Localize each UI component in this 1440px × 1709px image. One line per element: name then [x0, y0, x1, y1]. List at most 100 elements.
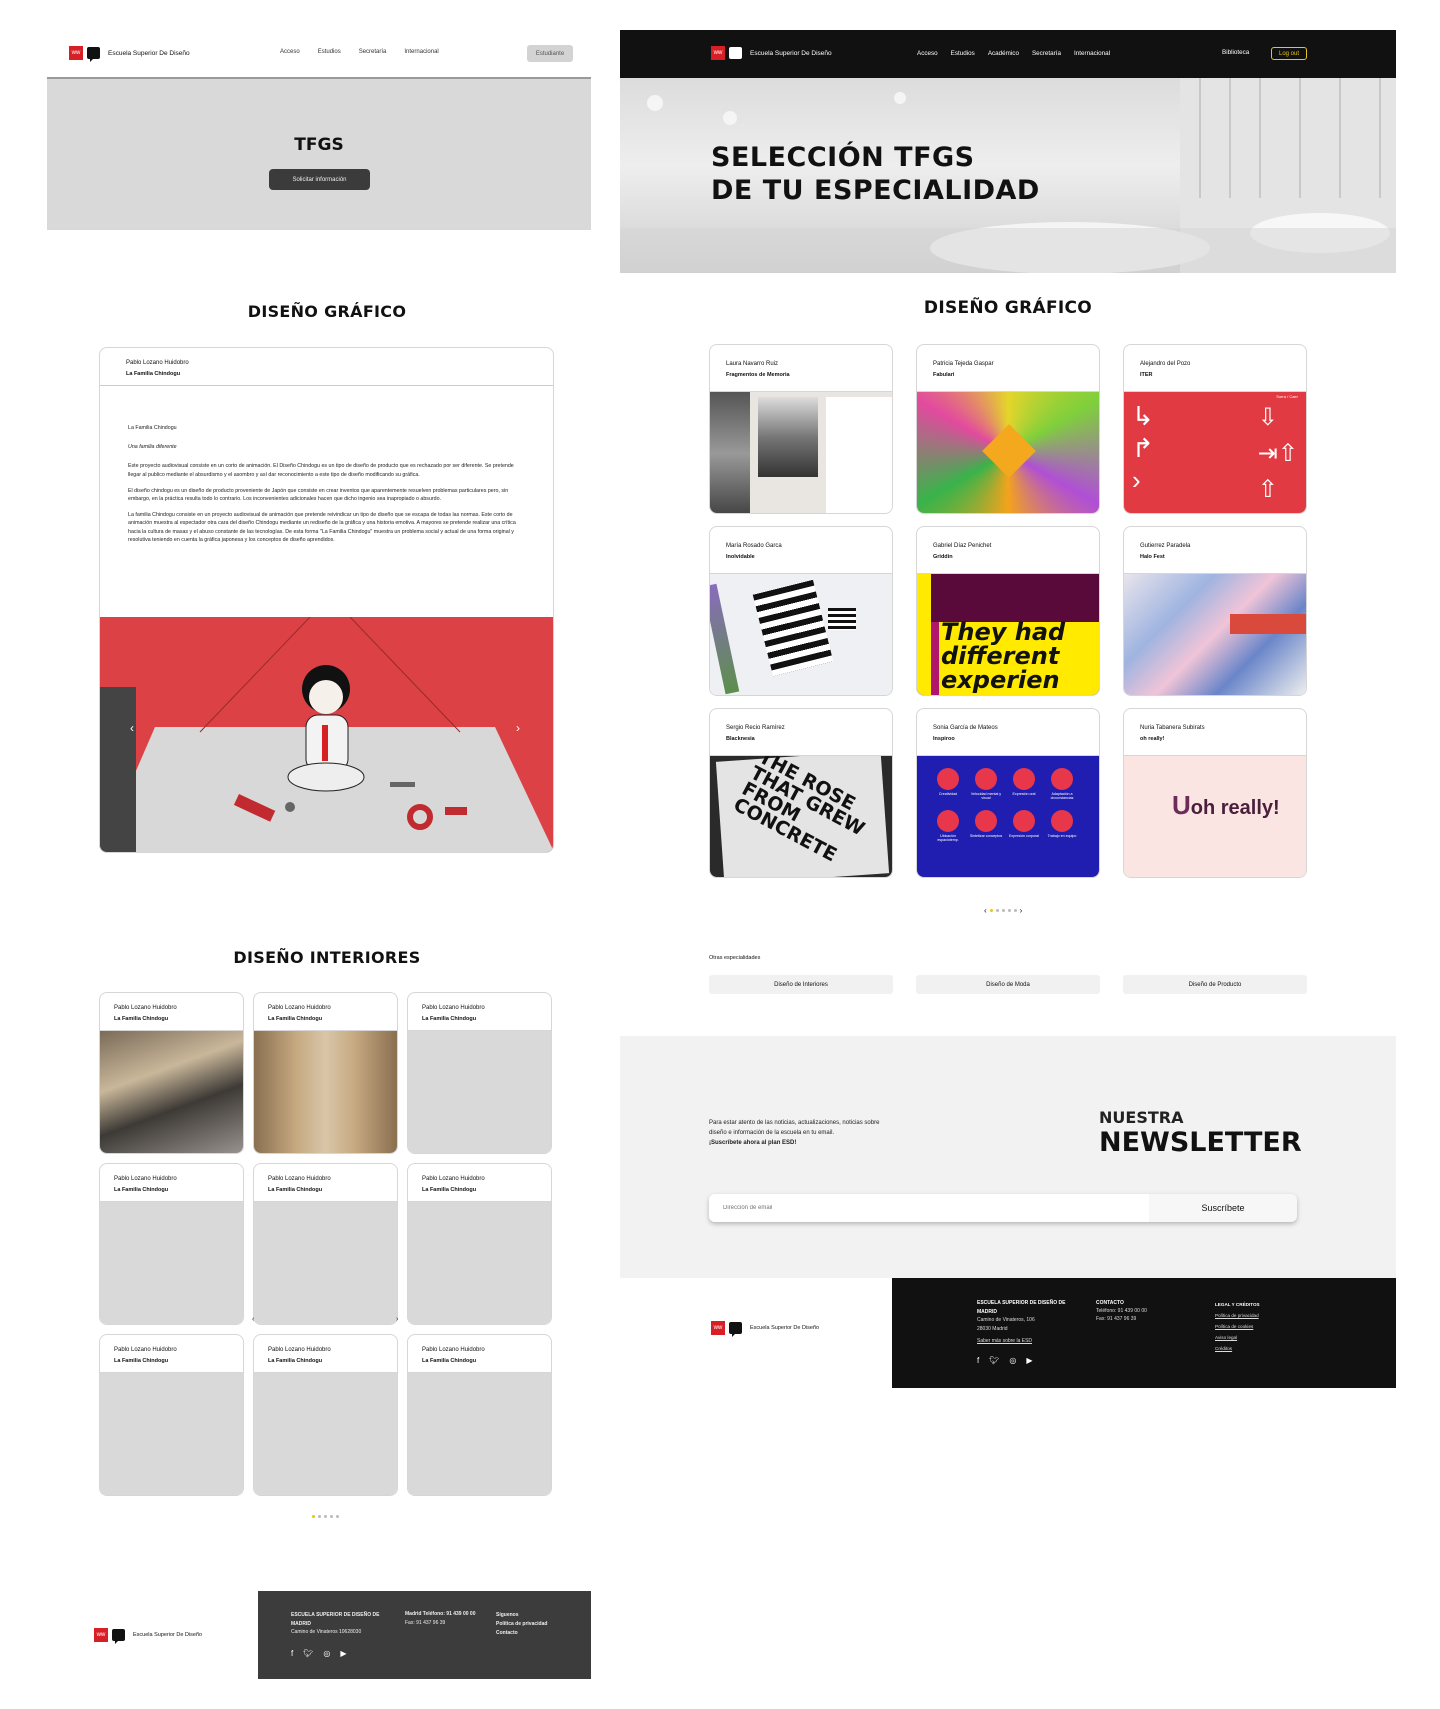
logo-mark-icon: ww	[69, 46, 83, 60]
iter-mini-label: Sorra / Caer	[1276, 394, 1298, 399]
footer-link-siguenos[interactable]: Síguenos	[496, 1611, 547, 1620]
nav-estudios[interactable]: Estudios	[318, 49, 341, 55]
section-title: DISEÑO GRÁFICO	[923, 298, 1093, 318]
footer-logo[interactable]: ww Escuela Superior De Diseño	[711, 1321, 819, 1337]
card-project: La Familia Chindogu	[268, 1016, 323, 1022]
pagination-dots[interactable]	[312, 1515, 339, 1518]
email-input[interactable]	[709, 1194, 1149, 1222]
project-thumbnail: Uoh really!	[1124, 756, 1306, 877]
logo-bubble-icon	[87, 47, 100, 62]
footer-school: ESCUELA SUPERIOR DE DISEÑO DE MADRID	[977, 1300, 1066, 1315]
nav-acceso[interactable]: Acceso	[917, 50, 938, 57]
nav-internacional[interactable]: Internacional	[1074, 50, 1110, 57]
specialty-moda[interactable]: Diseño de Moda	[916, 975, 1100, 994]
project-card[interactable]: Pablo Lozano Huidobro La Familia Chindogu	[407, 1334, 552, 1496]
footer-link-legal[interactable]: Aviso legal	[1215, 1332, 1260, 1343]
card-author: Gutierrez Paradela	[1140, 543, 1191, 549]
instagram-icon[interactable]: ◎	[323, 1649, 330, 1658]
card-project: Inolvidable	[726, 554, 755, 560]
ohreally-logo: Uoh really!	[1172, 790, 1280, 820]
grid-prev-icon[interactable]: ‹	[252, 1316, 254, 1323]
mockup-right: ww Escuela Superior De Diseño Acceso Est…	[620, 30, 1396, 1390]
logo-bubble-icon	[112, 1629, 125, 1644]
project-card[interactable]: María Rosado Garca Inolvidable	[709, 526, 893, 696]
pagination-prev-icon[interactable]: ‹	[984, 906, 987, 915]
project-card[interactable]: Nuria Tabanera Subirats oh really! Uoh re…	[1123, 708, 1307, 878]
project-card[interactable]: Sergio Recio Ramírez Blacknesia THE ROSE …	[709, 708, 893, 878]
project-card[interactable]: Pablo Lozano Huidobro La Familia Chindogu	[253, 1334, 398, 1496]
brand-name: Escuela Superior De Diseño	[750, 49, 832, 57]
nav-secretaria[interactable]: Secretaría	[1032, 50, 1061, 57]
specialty-interiores[interactable]: Diseño de Interiores	[709, 975, 893, 994]
facebook-icon[interactable]: f	[291, 1649, 293, 1658]
card-project: oh really!	[1140, 736, 1165, 742]
project-card[interactable]: Pablo Lozano Huidobro La Familia Chindogu	[407, 1163, 552, 1325]
twitter-icon[interactable]: 🐦︎	[989, 1356, 999, 1365]
project-thumbnail	[254, 1373, 397, 1495]
logout-button[interactable]: Log out	[1271, 47, 1307, 60]
logo[interactable]: ww Escuela Superior De Diseño	[711, 46, 832, 62]
footer-link-contact[interactable]: Contacto	[496, 1629, 547, 1638]
card-author: Pablo Lozano Huidobro	[268, 1005, 331, 1011]
project-card[interactable]: Pablo Lozano Huidobro La Familia Chindogu	[99, 992, 244, 1154]
request-info-button[interactable]: Solicitar información	[269, 169, 370, 190]
nav-secretaria[interactable]: Secretaría	[359, 49, 387, 55]
youtube-icon[interactable]: ▶	[340, 1649, 346, 1658]
project-card[interactable]: Gabriel Díaz Penichet Griddin They had dif…	[916, 526, 1100, 696]
footer-address: Camino de Vinateros 10628030	[291, 1629, 362, 1635]
project-detail-card: Pablo Lozano Huidobro La Familia Chindog…	[99, 347, 554, 853]
footer-link-privacy[interactable]: Política de privacidad	[1215, 1310, 1260, 1321]
arrow-icons-right: ⇩ ⇥⇧ ⇧	[1257, 404, 1298, 503]
pagination[interactable]: ‹ ›	[984, 906, 1022, 915]
subscribe-button[interactable]: Suscríbete	[1149, 1194, 1297, 1222]
project-card[interactable]: Patricia Tejeda Gaspar Fabulari	[916, 344, 1100, 514]
student-button[interactable]: Estudiante	[527, 45, 573, 62]
instagram-icon[interactable]: ◎	[1009, 1356, 1016, 1365]
card-author: Pablo Lozano Huidobro	[422, 1176, 485, 1182]
footer-more-link[interactable]: Saber más sobre la ESD	[977, 1337, 1067, 1346]
project-thumbnail: Sorra / Caer ↳ ↱ › ⇩ ⇥⇧ ⇧	[1124, 392, 1306, 513]
carousel-next-icon[interactable]: ›	[516, 721, 520, 735]
project-card[interactable]: Alejandro del Pozo ITER Sorra / Caer ↳ ↱ › …	[1123, 344, 1307, 514]
footer-link-privacy[interactable]: Política de privacidad	[496, 1620, 547, 1629]
nav-estudios[interactable]: Estudios	[951, 50, 975, 57]
project-card[interactable]: Gutierrez Paradela Halo Fest	[1123, 526, 1307, 696]
project-card[interactable]: Pablo Lozano Huidobro La Familia Chindogu	[99, 1163, 244, 1325]
hero-title-line1: SELECCIÓN TFGS	[711, 142, 975, 173]
twitter-icon[interactable]: 🐦︎	[303, 1649, 313, 1658]
nav-academico[interactable]: Académico	[988, 50, 1019, 57]
project-thumbnail	[254, 1031, 397, 1153]
project-card[interactable]: Laura Navarro Ruiz Fragmentos de Memoria	[709, 344, 893, 514]
description-paragraph: La familia Chindogu consiste en un proye…	[128, 512, 516, 543]
logo[interactable]: ww Escuela Superior De Diseño	[69, 46, 190, 62]
nav-acceso[interactable]: Acceso	[280, 49, 300, 55]
project-card[interactable]: Pablo Lozano Huidobro La Familia Chindogu	[99, 1334, 244, 1496]
description-paragraph: Este proyecto audiovisual consiste en un…	[128, 463, 514, 478]
footer-link-cookies[interactable]: Política de cookies	[1215, 1321, 1260, 1332]
card-author: Laura Navarro Ruiz	[726, 361, 779, 367]
newsletter-title-big: NEWSLETTER	[1099, 1127, 1302, 1158]
pagination-dots[interactable]	[989, 909, 1017, 912]
logo-mark-icon: ww	[711, 1321, 725, 1335]
newsletter-text: Para estar atento de las noticias, actua…	[709, 1120, 880, 1136]
facebook-icon[interactable]: f	[977, 1356, 979, 1365]
card-project: Griddin	[933, 554, 953, 560]
pagination-next-icon[interactable]: ›	[1020, 906, 1023, 915]
hero-banner: SELECCIÓN TFGS DE TU ESPECIALIDAD	[620, 78, 1396, 273]
project-card[interactable]: Pablo Lozano Huidobro La Familia Chindogu	[407, 992, 552, 1154]
carousel-prev-icon[interactable]: ‹	[130, 721, 134, 735]
project-card[interactable]: Pablo Lozano Huidobro La Familia Chindogu	[253, 992, 398, 1154]
project-card[interactable]: Pablo Lozano Huidobro La Familia Chindogu	[253, 1163, 398, 1325]
social-icons: f 🐦︎ ◎ ▶	[291, 1649, 347, 1658]
brand-name: Escuela Superior De Diseño	[133, 1632, 203, 1638]
project-card[interactable]: Sonia García de Mateos Inspiroo Creativid…	[916, 708, 1100, 878]
specialty-producto[interactable]: Diseño de Producto	[1123, 975, 1307, 994]
nav-internacional[interactable]: Internacional	[404, 49, 438, 55]
footer-link-credits[interactable]: Créditos	[1215, 1343, 1260, 1354]
youtube-icon[interactable]: ▶	[1026, 1356, 1032, 1365]
footer-address2: 28030 Madrid	[977, 1325, 1008, 1332]
library-link[interactable]: Biblioteca	[1222, 49, 1249, 56]
hero-title: TFGS	[294, 135, 344, 155]
footer-logo[interactable]: ww Escuela Superior De Diseño	[94, 1628, 203, 1644]
grid-next-icon[interactable]: ›	[396, 1316, 398, 1323]
